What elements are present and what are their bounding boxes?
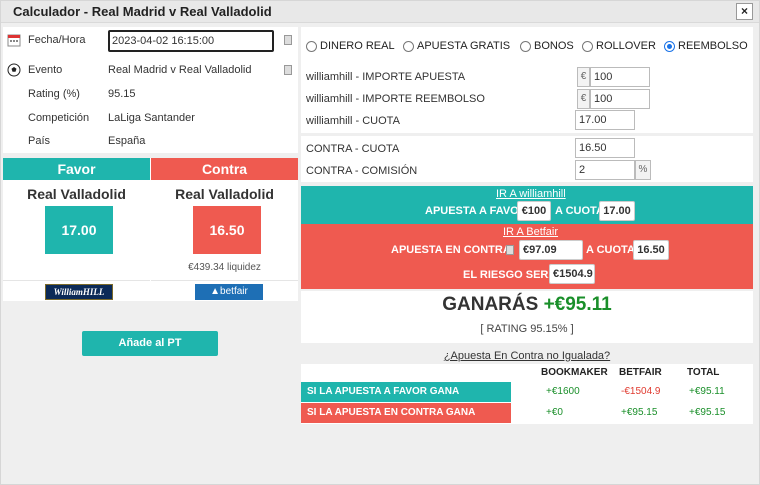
reembolso-currency: € bbox=[577, 89, 590, 109]
comision-input[interactable] bbox=[575, 160, 635, 180]
rating-label: Rating (%) bbox=[28, 88, 80, 100]
radio-bonos[interactable] bbox=[520, 41, 531, 52]
contra-stake-chip[interactable]: €97.09 bbox=[519, 240, 583, 260]
contra-odds-chip[interactable]: 16.50 bbox=[633, 240, 669, 260]
evento-label: Evento bbox=[28, 64, 63, 76]
row-favor-total: +€95.11 bbox=[689, 386, 725, 397]
bookmaker-fields: williamhill - IMPORTE APUESTA € williamh… bbox=[301, 65, 753, 133]
risk-label: EL RIESGO SERÁ bbox=[463, 269, 557, 281]
comision-unit: % bbox=[635, 160, 651, 180]
betfair-arrow-icon: ▲ bbox=[210, 286, 221, 297]
competicion-row: Competición LaLiga Santander bbox=[3, 107, 298, 129]
betfair-logo[interactable]: ▲betfair bbox=[195, 284, 263, 300]
calendar-icon bbox=[7, 34, 21, 47]
rating-summary: [ RATING 95.15% ] bbox=[480, 323, 574, 335]
risk-chip: €1504.9 bbox=[549, 264, 595, 284]
radio-label-bonos[interactable]: BONOS bbox=[534, 40, 574, 52]
row-contra-label: SI LA APUESTA EN CONTRA GANA bbox=[301, 403, 511, 423]
copy-icon[interactable] bbox=[284, 65, 292, 75]
row-favor-betfair: -€1504.9 bbox=[621, 386, 661, 397]
profit-summary: GANARÁS +€95.11 bbox=[301, 294, 753, 316]
unmatched-bet-link[interactable]: ¿Apuesta En Contra no Igualada? bbox=[301, 350, 753, 362]
pais-value: España bbox=[108, 135, 146, 147]
contra-logo-row: ▲betfair bbox=[151, 280, 298, 301]
ganaras-label: GANARÁS bbox=[442, 294, 539, 315]
header-betfair: BETFAIR bbox=[619, 367, 662, 378]
row-favor-bookmaker: +€1600 bbox=[546, 386, 580, 397]
contra-team: Real Valladolid bbox=[175, 186, 274, 202]
title-bar: Calculador - Real Madrid v Real Valladol… bbox=[1, 1, 759, 23]
betfair-logo-text: betfair bbox=[220, 286, 248, 297]
favor-odds-chip[interactable]: 17.00 bbox=[599, 201, 635, 221]
fecha-row: Fecha/Hora bbox=[3, 29, 298, 52]
evento-row: Evento Real Madrid v Real Valladolid bbox=[3, 59, 298, 81]
importe-input[interactable] bbox=[590, 67, 650, 87]
pais-row: País España bbox=[3, 130, 298, 152]
row-contra-betfair: +€95.15 bbox=[621, 407, 658, 418]
rating-value: 95.15 bbox=[108, 88, 136, 100]
favor-team: Real Valladolid bbox=[27, 186, 126, 202]
goto-betfair-link[interactable]: IR A Betfair bbox=[503, 226, 558, 238]
mode-selector: DINERO REAL APUESTA GRATIS BONOS ROLLOVE… bbox=[301, 27, 753, 65]
contra-cuota-input[interactable] bbox=[575, 138, 635, 158]
cuota-label: williamhill - CUOTA bbox=[306, 115, 400, 127]
result-panel: GANARÁS +€95.11 [ RATING 95.15% ] bbox=[301, 291, 753, 343]
calculator-window: Calculador - Real Madrid v Real Valladol… bbox=[0, 0, 760, 485]
contra-instruction: IR A Betfair APUESTA EN CONTRA €97.09 A … bbox=[301, 224, 753, 289]
row-contra-total: +€95.15 bbox=[689, 407, 726, 418]
radio-dinero-real[interactable] bbox=[306, 41, 317, 52]
outcome-table: BOOKMAKER BETFAIR TOTAL SI LA APUESTA A … bbox=[301, 364, 753, 424]
fecha-label: Fecha/Hora bbox=[28, 34, 86, 46]
add-to-pt-button[interactable]: Añade al PT bbox=[82, 331, 218, 356]
reembolso-label: williamhill - IMPORTE REEMBOLSO bbox=[306, 93, 485, 105]
contra-cuota-text: A CUOTA bbox=[586, 244, 635, 256]
pais-label: País bbox=[28, 135, 51, 147]
favor-instruction-text: APUESTA A FAVOR bbox=[425, 205, 527, 217]
comision-label: CONTRA - COMISIÓN bbox=[306, 165, 418, 177]
importe-label: williamhill - IMPORTE APUESTA bbox=[306, 71, 466, 83]
header-total: TOTAL bbox=[687, 367, 720, 378]
evento-value: Real Madrid v Real Valladolid bbox=[108, 64, 252, 76]
contra-liquidity: €439.34 liquidez bbox=[188, 262, 261, 273]
competicion-label: Competición bbox=[28, 112, 90, 124]
exchange-fields: CONTRA - CUOTA CONTRA - COMISIÓN % bbox=[301, 136, 753, 182]
radio-rollover[interactable] bbox=[582, 41, 593, 52]
favor-logo-row: WilliamHILL bbox=[3, 280, 150, 301]
contra-cuota-label: CONTRA - CUOTA bbox=[306, 143, 400, 155]
radio-apuesta-gratis[interactable] bbox=[403, 41, 414, 52]
radio-label-dinero-real[interactable]: DINERO REAL bbox=[320, 40, 395, 52]
copy-icon[interactable] bbox=[506, 245, 514, 255]
window-title: Calculador - Real Madrid v Real Valladol… bbox=[13, 4, 272, 19]
ganaras-value: +€95.11 bbox=[543, 294, 612, 315]
event-info-panel: Fecha/Hora Evento Real Madrid v Real Val… bbox=[3, 27, 298, 153]
favor-header: Favor bbox=[3, 158, 150, 180]
soccer-ball-icon bbox=[7, 63, 21, 77]
williamhill-logo[interactable]: WilliamHILL bbox=[45, 284, 113, 300]
contra-header: Contra bbox=[151, 158, 298, 180]
favor-odds[interactable]: 17.00 bbox=[45, 206, 113, 254]
reembolso-input[interactable] bbox=[590, 89, 650, 109]
favor-instruction: IR A williamhill APUESTA A FAVOR €100 A … bbox=[301, 186, 753, 224]
favor-stake-chip[interactable]: €100 bbox=[517, 201, 551, 221]
competicion-value: LaLiga Santander bbox=[108, 112, 195, 124]
radio-label-rollover[interactable]: ROLLOVER bbox=[596, 40, 656, 52]
rating-row: Rating (%) 95.15 bbox=[3, 83, 298, 105]
favor-cuota-text: A CUOTA bbox=[555, 205, 604, 217]
cuota-input[interactable] bbox=[575, 110, 635, 130]
row-favor-label: SI LA APUESTA A FAVOR GANA bbox=[301, 382, 511, 402]
row-contra-bookmaker: +€0 bbox=[546, 407, 563, 418]
contra-odds[interactable]: 16.50 bbox=[193, 206, 261, 254]
favor-contra-panel: Favor Contra Real Valladolid Real Vallad… bbox=[3, 158, 298, 301]
header-bookmaker: BOOKMAKER bbox=[541, 367, 608, 378]
radio-label-reembolso[interactable]: REEMBOLSO bbox=[678, 40, 748, 52]
radio-label-apuesta-gratis[interactable]: APUESTA GRATIS bbox=[417, 40, 510, 52]
close-button[interactable]: × bbox=[736, 3, 753, 20]
goto-williamhill-link[interactable]: IR A williamhill bbox=[496, 188, 566, 200]
contra-instruction-text: APUESTA EN CONTRA bbox=[391, 244, 511, 256]
radio-reembolso[interactable] bbox=[664, 41, 675, 52]
copy-icon[interactable] bbox=[284, 35, 292, 45]
importe-currency: € bbox=[577, 67, 590, 87]
fecha-input[interactable] bbox=[108, 30, 274, 52]
